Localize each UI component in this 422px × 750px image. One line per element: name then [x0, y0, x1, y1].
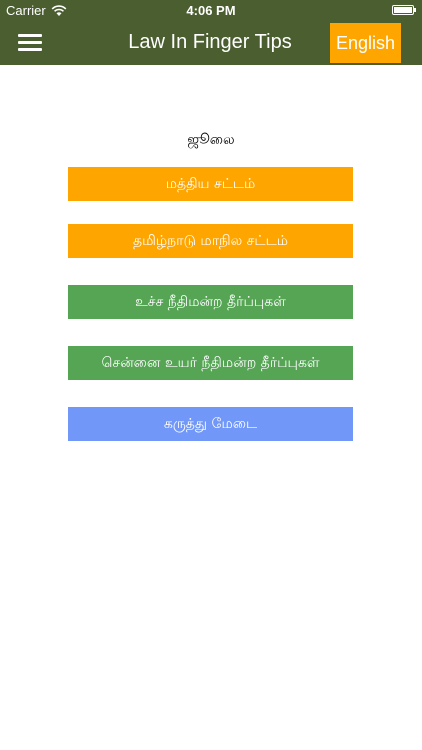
menu-line: [18, 41, 42, 44]
language-english-button[interactable]: English: [330, 23, 401, 63]
hamburger-menu-icon[interactable]: [18, 33, 42, 53]
supreme-court-judgments-button[interactable]: உச்ச நீதிமன்ற தீர்ப்புகள்: [68, 285, 353, 319]
feedback-forum-button[interactable]: கருத்து மேடை: [68, 407, 353, 441]
menu-line: [18, 34, 42, 37]
battery-full-icon: [392, 5, 416, 15]
month-label: ஜூலை: [187, 132, 235, 148]
navigation-bar: Law In Finger Tips English: [0, 22, 422, 65]
status-bar: Carrier 4:06 PM: [0, 0, 422, 22]
central-law-button[interactable]: மத்திய சட்டம்: [68, 167, 353, 201]
app-title: Law In Finger Tips: [128, 31, 292, 53]
madras-high-court-judgments-button[interactable]: சென்னை உயர் நீதிமன்ற தீர்ப்புகள்: [68, 346, 353, 380]
battery-level-fill: [394, 7, 412, 13]
tamilnadu-state-law-button[interactable]: தமிழ்நாடு மாநில சட்டம்: [68, 224, 353, 258]
menu-line: [18, 48, 42, 51]
status-time: 4:06 PM: [186, 3, 236, 18]
